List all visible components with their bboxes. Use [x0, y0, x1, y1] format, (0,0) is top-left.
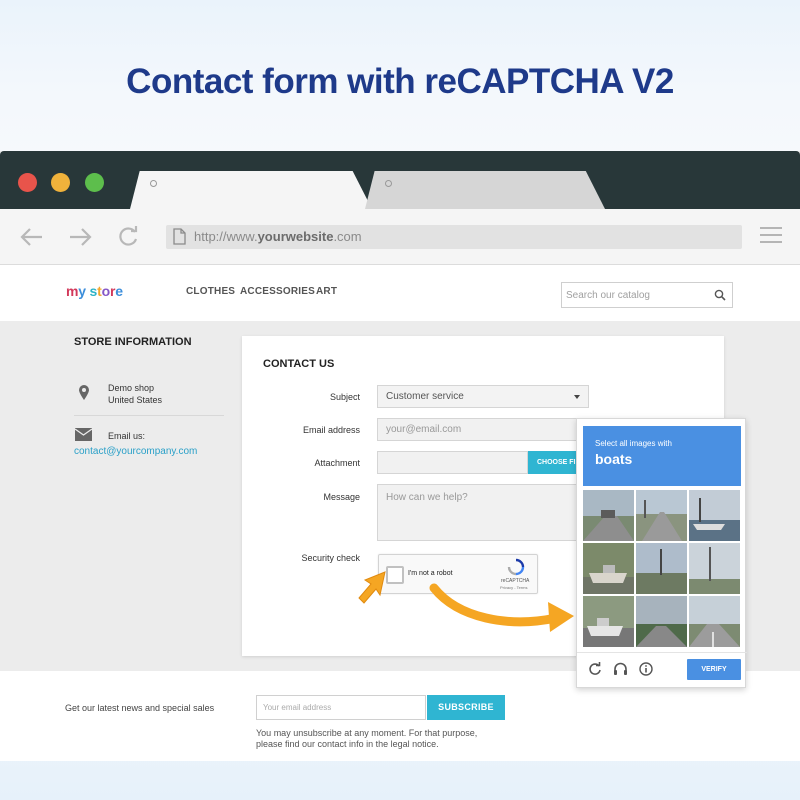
info-icon[interactable]	[639, 662, 653, 676]
captcha-footer-divider	[577, 652, 747, 653]
newsletter-email-input[interactable]	[256, 695, 426, 720]
email-label: Email us:	[108, 431, 146, 441]
location-pin-icon	[79, 385, 89, 400]
divider	[74, 415, 224, 416]
forward-arrow-icon[interactable]	[66, 223, 94, 251]
attachment-label: Attachment	[314, 458, 360, 468]
message-textarea[interactable]: How can we help?	[377, 484, 589, 541]
newsletter-note: You may unsubscribe at any moment. For t…	[256, 728, 478, 749]
cursor-arrow-icon	[358, 571, 386, 604]
browser-toolbar: http://www.yourwebsite.com	[0, 209, 800, 265]
subject-select[interactable]: Customer service	[377, 385, 589, 408]
nav-clothes[interactable]: CLOTHES	[186, 286, 235, 297]
nav-accessories[interactable]: ACCESSORIES	[240, 286, 315, 297]
audio-icon[interactable]	[613, 662, 628, 676]
page-icon	[173, 228, 186, 245]
site-header: my store CLOTHES ACCESSORIES ART	[0, 265, 800, 321]
nav-art[interactable]: ART	[316, 286, 337, 297]
captcha-tile[interactable]	[583, 543, 634, 594]
captcha-tile[interactable]	[636, 490, 687, 541]
store-address: Demo shop United States	[108, 383, 163, 405]
store-info: STORE INFORMATION Demo shop United State…	[74, 336, 224, 457]
recaptcha-logo-icon	[507, 558, 525, 576]
maximize-window-button[interactable]	[85, 173, 104, 192]
verify-button[interactable]: VERIFY	[687, 659, 741, 680]
minimize-window-button[interactable]	[51, 173, 70, 192]
reload-icon[interactable]	[114, 223, 142, 251]
search-box	[561, 282, 733, 308]
captcha-challenge-popup: Select all images with boats VERIFY	[576, 418, 747, 688]
search-icon[interactable]	[714, 289, 726, 301]
store-logo[interactable]: my store	[66, 283, 123, 299]
email-field[interactable]: your@email.com	[377, 418, 589, 441]
captcha-tile[interactable]	[689, 543, 740, 594]
browser-titlebar	[0, 151, 800, 209]
captcha-tile[interactable]	[583, 490, 634, 541]
subject-label: Subject	[329, 392, 360, 402]
attachment-field[interactable]	[377, 451, 528, 474]
captcha-tile[interactable]	[583, 596, 634, 647]
message-label: Message	[323, 492, 360, 502]
captcha-tile[interactable]	[689, 596, 740, 647]
search-input[interactable]	[566, 286, 706, 304]
captcha-image-grid	[583, 490, 741, 648]
subscribe-button[interactable]: SUBSCRIBE	[427, 695, 505, 720]
address-bar[interactable]: http://www.yourwebsite.com	[166, 225, 742, 249]
captcha-tile[interactable]	[636, 596, 687, 647]
store-info-heading: STORE INFORMATION	[74, 336, 192, 348]
reload-icon[interactable]	[588, 662, 602, 676]
browser-tab-active[interactable]	[130, 171, 372, 209]
captcha-target: boats	[595, 451, 633, 467]
tab-favicon-icon	[385, 180, 392, 187]
url-text: http://www.yourwebsite.com	[194, 229, 362, 244]
close-window-button[interactable]	[18, 173, 37, 192]
caret-down-icon	[574, 395, 580, 399]
newsletter-label: Get our latest news and special sales	[65, 703, 215, 713]
recaptcha-label: I'm not a robot	[408, 570, 453, 577]
email-link[interactable]: contact@yourcompany.com	[74, 446, 197, 457]
tab-favicon-icon	[150, 180, 157, 187]
mail-icon	[75, 428, 92, 441]
captcha-tile[interactable]	[689, 490, 740, 541]
email-address-label: Email address	[302, 425, 360, 435]
browser-tab-inactive[interactable]	[365, 171, 605, 209]
curved-arrow-icon	[429, 583, 574, 632]
back-arrow-icon[interactable]	[18, 223, 46, 251]
captcha-header: Select all images with boats	[583, 426, 741, 486]
hamburger-menu-icon[interactable]	[760, 227, 782, 245]
captcha-instruction: Select all images with	[595, 439, 672, 448]
contact-heading: CONTACT US	[263, 358, 335, 370]
captcha-tile[interactable]	[636, 543, 687, 594]
security-check-label: Security check	[301, 553, 360, 563]
hero-title: Contact form with reCAPTCHA V2	[126, 62, 674, 101]
